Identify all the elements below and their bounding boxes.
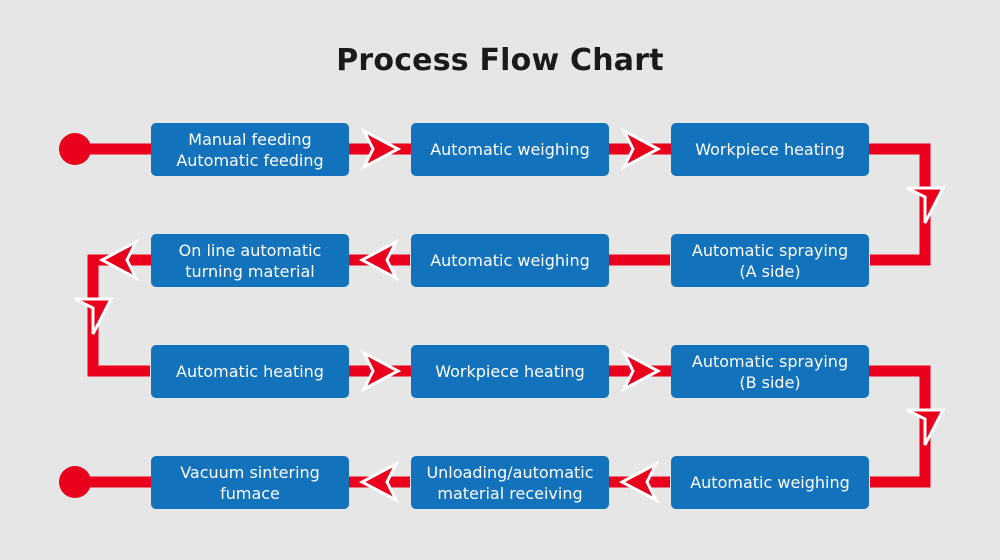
node-label: Unloading/automatic material receiving (426, 462, 594, 503)
node-automatic-spraying-b-side[interactable]: Automatic spraying (B side) (671, 345, 869, 398)
arrow-down-icon-n9-n10 (906, 408, 946, 446)
node-automatic-weighing-1[interactable]: Automatic weighing (411, 123, 609, 176)
node-label: Automatic weighing (690, 473, 850, 492)
arrow-heads (74, 127, 946, 504)
node-unloading-material-receiving[interactable]: Unloading/automatic material receiving (411, 456, 609, 509)
node-label: Workpiece heating (435, 362, 585, 381)
end-dot (59, 466, 91, 498)
edge-n9-to-n10 (868, 365, 931, 488)
node-automatic-spraying-a-side[interactable]: Automatic spraying (A side) (671, 234, 869, 287)
node-automatic-weighing-3[interactable]: Automatic weighing (671, 456, 869, 509)
arrow-down-icon-n3-n4 (906, 186, 946, 224)
node-label: On line automatic turning material (178, 240, 322, 281)
node-label: Automatic weighing (430, 140, 590, 159)
node-automatic-weighing-2[interactable]: Automatic weighing (411, 234, 609, 287)
node-vacuum-sintering-fumace[interactable]: Vacuum sintering fumace (151, 456, 349, 509)
node-workpiece-heating-1[interactable]: Workpiece heating (671, 123, 869, 176)
node-label: Automatic heating (176, 362, 324, 381)
edge-n3-to-n4 (868, 143, 931, 266)
node-label: Automatic weighing (430, 251, 590, 270)
node-label: Automatic spraying (A side) (691, 240, 849, 281)
start-dot (59, 133, 91, 165)
connector-lines (70, 143, 931, 488)
node-label: Vacuum sintering fumace (180, 462, 320, 503)
node-label: Automatic spraying (B side) (691, 351, 849, 392)
node-on-line-automatic-turning-material[interactable]: On line automatic turning material (151, 234, 349, 287)
node-workpiece-heating-2[interactable]: Workpiece heating (411, 345, 609, 398)
node-automatic-heating[interactable]: Automatic heating (151, 345, 349, 398)
process-flow-chart: Process Flow Chart Manual feeding Automa… (0, 0, 1000, 560)
arrow-down-icon-n6-n7 (74, 297, 114, 335)
node-label: Workpiece heating (695, 140, 845, 159)
node-manual-feeding[interactable]: Manual feeding Automatic feeding (151, 123, 349, 176)
node-label: Manual feeding Automatic feeding (176, 129, 324, 170)
